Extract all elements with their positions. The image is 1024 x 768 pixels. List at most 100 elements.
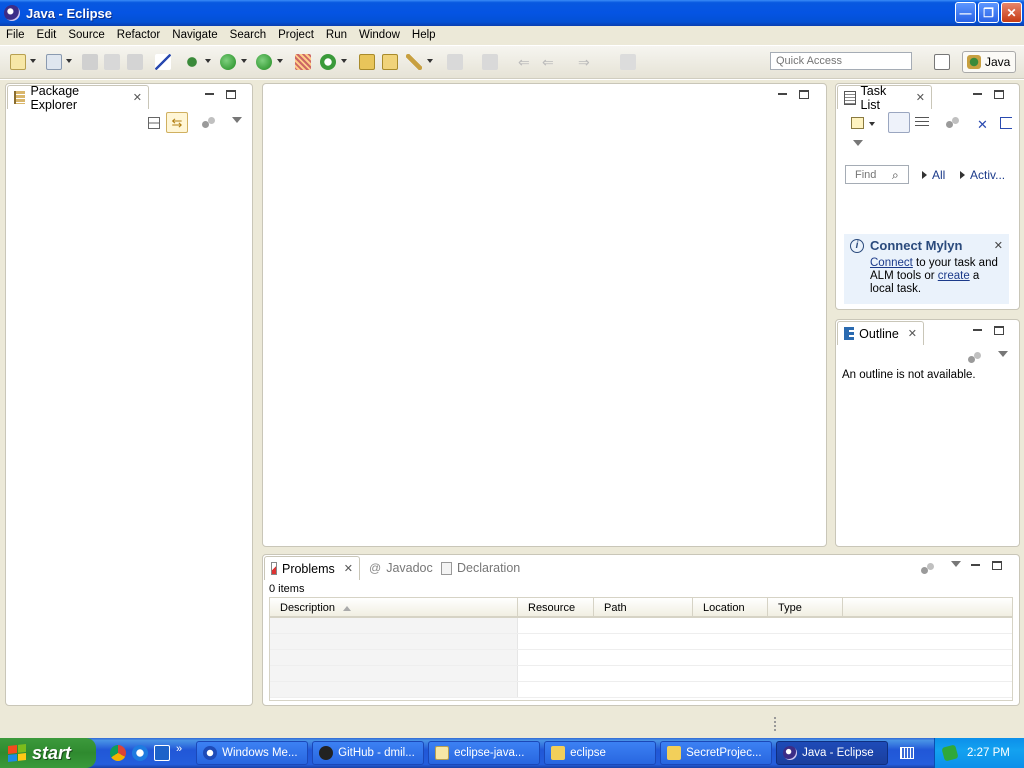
- debug-dropdown-icon[interactable]: [205, 59, 211, 63]
- network-icon[interactable]: [941, 744, 959, 762]
- minimize-view-icon[interactable]: [973, 329, 982, 331]
- minimize-view-icon[interactable]: [973, 93, 982, 95]
- debug-icon[interactable]: [184, 54, 200, 70]
- maximize-view-icon[interactable]: [994, 90, 1004, 99]
- menu-help[interactable]: Help: [406, 26, 442, 45]
- new-icon[interactable]: [10, 54, 26, 70]
- run-dropdown-icon[interactable]: [241, 59, 247, 63]
- link-with-editor-icon[interactable]: ⇆: [166, 112, 188, 133]
- clock[interactable]: 2:27 PM: [967, 747, 1010, 759]
- save-all-icon[interactable]: [104, 54, 120, 70]
- external-tools-icon[interactable]: [295, 54, 311, 70]
- taskbar-button-java-eclipse[interactable]: Java - Eclipse: [776, 741, 889, 765]
- save-icon[interactable]: [82, 54, 98, 70]
- close-tab-icon[interactable]: ✕: [133, 91, 142, 104]
- close-tab-icon[interactable]: ✕: [908, 327, 917, 340]
- view-menu-icon[interactable]: [998, 351, 1008, 357]
- chrome-icon[interactable]: [110, 745, 126, 761]
- back-icon[interactable]: ⇐: [518, 54, 534, 70]
- menu-edit[interactable]: Edit: [31, 26, 63, 45]
- task-find-input[interactable]: [845, 165, 909, 184]
- tab-declaration[interactable]: Declaration: [435, 556, 526, 580]
- run-icon[interactable]: [220, 54, 236, 70]
- new-project-dropdown-icon[interactable]: [66, 59, 72, 63]
- minimize-view-icon[interactable]: [971, 564, 980, 566]
- scheduled-icon[interactable]: [915, 117, 929, 129]
- new-java-class-icon[interactable]: [320, 54, 336, 70]
- back-dropdown-icon[interactable]: ⇐: [542, 54, 558, 70]
- open-type-icon[interactable]: [359, 54, 375, 70]
- keyboard-icon[interactable]: [900, 747, 915, 759]
- coverage-dropdown-icon[interactable]: [277, 59, 283, 63]
- start-button[interactable]: start: [0, 738, 96, 768]
- new-task-dropdown-icon[interactable]: [869, 122, 875, 126]
- coverage-icon[interactable]: [256, 54, 272, 70]
- tab-task-list[interactable]: Task List ✕: [837, 84, 932, 112]
- tab-outline[interactable]: Outline ✕: [837, 321, 924, 345]
- close-tab-icon[interactable]: ✕: [344, 562, 353, 575]
- taskbar-button-eclipse-folder[interactable]: eclipse: [544, 741, 657, 765]
- menu-file[interactable]: File: [0, 26, 31, 45]
- show-desktop-icon[interactable]: [154, 745, 170, 761]
- collapse-all-icon[interactable]: [148, 117, 160, 129]
- view-menu-icon[interactable]: [853, 140, 863, 146]
- maximize-editor-icon[interactable]: [799, 90, 809, 99]
- minimize-editor-icon[interactable]: [778, 93, 787, 95]
- view-menu-icon[interactable]: [232, 117, 242, 123]
- taskbar-button-github[interactable]: GitHub - dmil...: [312, 741, 425, 765]
- tab-javadoc[interactable]: @ Javadoc: [363, 556, 439, 580]
- maximize-view-icon[interactable]: [994, 326, 1004, 335]
- connect-link[interactable]: Connect: [870, 257, 913, 269]
- taskbar-button-windows-media[interactable]: Windows Me...: [196, 741, 309, 765]
- menu-navigate[interactable]: Navigate: [166, 26, 223, 45]
- column-type[interactable]: Type: [768, 598, 843, 616]
- restore-button[interactable]: ❐: [978, 2, 999, 23]
- open-perspective-icon[interactable]: [934, 54, 950, 70]
- close-tab-icon[interactable]: ✕: [916, 91, 925, 104]
- filter-all-link[interactable]: All: [922, 168, 945, 182]
- column-description[interactable]: Description: [270, 598, 518, 616]
- menu-source[interactable]: Source: [62, 26, 110, 45]
- focus-on-task-icon[interactable]: [968, 352, 982, 364]
- print-icon[interactable]: [127, 54, 143, 70]
- skip-breakpoints-icon[interactable]: [155, 54, 171, 70]
- menu-search[interactable]: Search: [224, 26, 272, 45]
- column-resource[interactable]: Resource: [518, 598, 594, 616]
- quick-launch-more-icon[interactable]: »: [176, 743, 182, 755]
- tab-problems[interactable]: Problems ✕: [264, 556, 360, 580]
- tab-package-explorer[interactable]: Package Explorer ✕: [7, 84, 149, 112]
- menu-project[interactable]: Project: [272, 26, 320, 45]
- annotation-icon[interactable]: [447, 54, 463, 70]
- maximize-view-icon[interactable]: [992, 561, 1002, 570]
- open-task-icon[interactable]: [382, 54, 398, 70]
- column-path[interactable]: Path: [594, 598, 693, 616]
- close-mylyn-icon[interactable]: ✕: [994, 239, 1003, 252]
- search-tool-icon[interactable]: [406, 54, 422, 70]
- menu-refactor[interactable]: Refactor: [111, 26, 166, 45]
- new-dropdown-icon[interactable]: [30, 59, 36, 63]
- taskbar-button-eclipse-java[interactable]: eclipse-java...: [428, 741, 541, 765]
- close-button[interactable]: ✕: [1001, 2, 1022, 23]
- minimize-button[interactable]: —: [955, 2, 976, 23]
- taskbar-button-secret-project[interactable]: SecretProjec...: [660, 741, 773, 765]
- maximize-view-icon[interactable]: [226, 90, 236, 99]
- internet-explorer-icon[interactable]: [132, 745, 148, 761]
- create-link[interactable]: create: [938, 270, 970, 282]
- hide-completed-icon[interactable]: ✕: [977, 117, 988, 133]
- menu-run[interactable]: Run: [320, 26, 353, 45]
- forward-icon[interactable]: ⇒: [578, 54, 594, 70]
- view-menu-icon[interactable]: [951, 561, 961, 567]
- search-dropdown-icon[interactable]: [427, 59, 433, 63]
- minimize-view-icon[interactable]: [205, 93, 214, 95]
- menu-window[interactable]: Window: [353, 26, 406, 45]
- java-perspective-button[interactable]: Java: [962, 51, 1016, 73]
- focus-on-task-icon[interactable]: [202, 117, 216, 129]
- filter-active-link[interactable]: Activ...: [960, 168, 1005, 182]
- collapse-tasks-icon[interactable]: [1000, 117, 1012, 129]
- focus-on-task-icon[interactable]: [921, 563, 935, 575]
- pin-editor-icon[interactable]: [620, 54, 636, 70]
- new-task-icon[interactable]: [851, 117, 864, 129]
- last-edit-icon[interactable]: [482, 54, 498, 70]
- quick-access-input[interactable]: [770, 52, 912, 70]
- new-java-dropdown-icon[interactable]: [341, 59, 347, 63]
